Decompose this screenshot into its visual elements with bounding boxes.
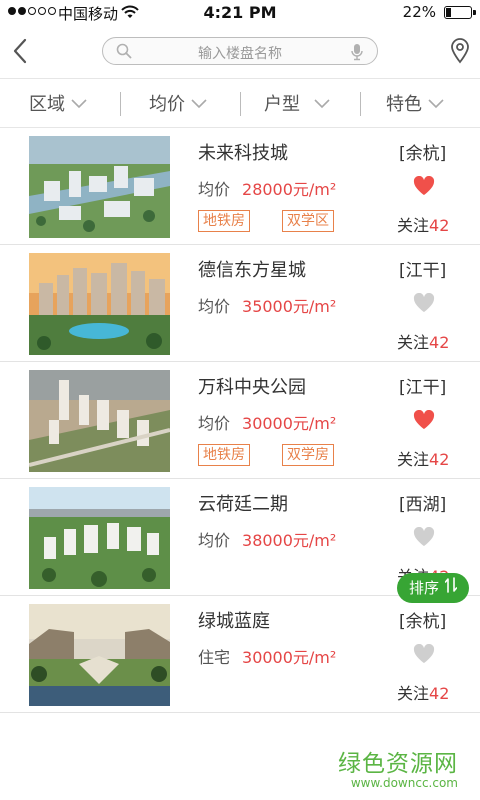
watermark-title: 绿色资源网 [338,751,458,777]
filter-bar: 区域 均价 户型 特色 [0,78,480,128]
follow-number: 42 [429,684,450,703]
filter-label: 均价 [149,94,185,115]
filter-label: 区域 [29,94,65,115]
sort-label: 排序 [409,579,440,597]
listing-tag: 双学房 [282,444,334,466]
filter-label: 户型 [264,94,300,115]
listing-name: 未来科技城 [198,143,288,164]
listing-name: 绿城蓝庭 [198,611,270,632]
listing-price: 均价 38000元/m² [198,527,336,551]
listing-thumbnail [29,487,170,589]
listing-price: 均价 28000元/m² [198,176,336,200]
price-value: 28000元/m² [242,180,337,199]
filter-price[interactable]: 均价 [149,79,207,127]
price-value: 30000元/m² [242,648,337,667]
listing-row[interactable]: 万科中央公园 [江干] 均价 30000元/m² 地铁房 双学房 关注42 [0,362,480,479]
listing-row[interactable]: 绿城蓝庭 [余杭] 住宅 30000元/m² 关注42 [0,596,480,713]
heart-icon[interactable] [413,526,435,551]
follow-number: 42 [429,216,450,235]
watermark-url: www.downcc.com [350,776,458,790]
battery-percent: 22% [402,3,436,21]
search-input[interactable]: 输入楼盘名称 [102,37,378,65]
heart-icon[interactable] [413,643,435,668]
price-label: 均价 [198,414,231,433]
heart-icon[interactable] [413,409,435,434]
listing-tag: 地铁房 [198,444,250,466]
listing-price: 均价 30000元/m² [198,410,336,434]
watermark: 绿色资源网 www.downcc.com [338,744,458,790]
filter-divider [360,92,361,116]
follow-number: 42 [429,333,450,352]
follow-label: 关注 [397,333,430,352]
chevron-down-icon [191,93,207,114]
status-bar: 中国移动 4:21 PM 22% [0,0,480,26]
location-pin-icon[interactable] [450,38,470,68]
listing-price: 住宅 30000元/m² [198,644,336,668]
chevron-down-icon [71,93,87,114]
price-label: 均价 [198,531,231,550]
price-label: 住宅 [198,648,231,667]
listing-district: [西湖] [399,495,447,515]
listing-thumbnail [29,136,170,238]
heart-icon[interactable] [413,292,435,317]
filter-label: 特色 [386,94,422,115]
battery-icon [444,6,476,19]
price-label: 均价 [198,180,231,199]
price-value: 30000元/m² [242,414,337,433]
filter-divider [240,92,241,116]
back-icon[interactable] [8,36,36,66]
listing-district: [余杭] [399,144,447,164]
listing-thumbnail [29,370,170,472]
listing-row[interactable]: 德信东方星城 [江干] 均价 35000元/m² 关注42 [0,245,480,362]
price-value: 38000元/m² [242,531,337,550]
sort-button[interactable]: 排序 [397,573,470,603]
listing-name: 万科中央公园 [198,377,306,398]
price-label: 均价 [198,297,231,316]
listing-price: 均价 35000元/m² [198,293,336,317]
follow-label: 关注 [397,684,430,703]
chevron-down-icon [428,93,444,114]
listing-thumbnail [29,253,170,355]
filter-feature[interactable]: 特色 [386,79,444,127]
chevron-down-icon [314,93,330,114]
listing-district: [江干] [399,261,447,281]
listing-tag: 地铁房 [198,210,250,232]
listing-name: 德信东方星城 [198,260,306,281]
follow-number: 42 [429,450,450,469]
navigation-bar: 输入楼盘名称 [0,26,480,76]
listing-district: [江干] [399,378,447,398]
price-value: 35000元/m² [242,297,337,316]
listing-name: 云荷廷二期 [198,494,288,515]
follow-label: 关注 [397,216,430,235]
follow-count: 关注42 [397,446,449,470]
listing-thumbnail [29,604,170,706]
follow-count: 关注42 [397,680,449,704]
listing-tag: 双学区 [282,210,334,232]
listing-district: [余杭] [399,612,447,632]
listing-tags: 地铁房 双学区 [198,210,334,232]
listing-tags: 地铁房 双学房 [198,444,334,466]
filter-district[interactable]: 区域 [29,79,87,127]
follow-count: 关注42 [397,329,449,353]
microphone-icon[interactable] [351,43,363,65]
filter-divider [120,92,121,116]
heart-icon[interactable] [413,175,435,200]
search-placeholder: 输入楼盘名称 [198,46,282,62]
follow-label: 关注 [397,450,430,469]
sort-arrows-icon [444,573,458,603]
follow-count: 关注42 [397,212,449,236]
listing-row[interactable]: 未来科技城 [余杭] 均价 28000元/m² 地铁房 双学区 关注42 [0,128,480,245]
filter-layout[interactable]: 户型 [264,79,330,127]
